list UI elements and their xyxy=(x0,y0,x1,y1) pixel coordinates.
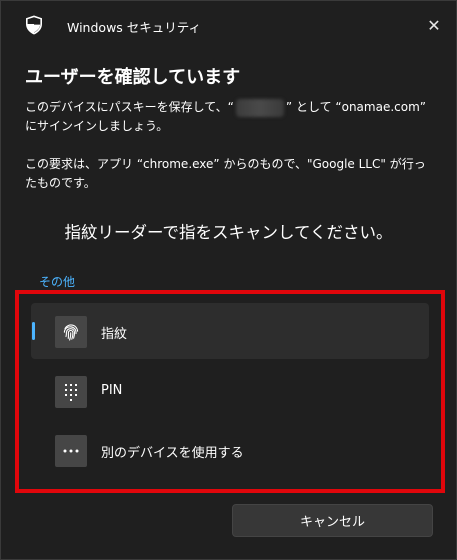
message-prefix: このデバイスにパスキーを保存して、“ xyxy=(25,100,234,114)
more-choices-link[interactable]: その他 xyxy=(39,273,75,290)
app-title: Windows セキュリティ xyxy=(67,20,202,35)
option-pin[interactable]: PIN xyxy=(31,363,429,419)
selection-indicator xyxy=(32,322,35,340)
option-fingerprint[interactable]: 指紋 xyxy=(31,303,429,359)
dialog-heading: ユーザーを確認しています xyxy=(25,67,241,88)
close-icon: ✕ xyxy=(427,15,441,35)
cancel-button[interactable]: キャンセル xyxy=(232,504,433,537)
option-label: 指紋 xyxy=(101,327,128,342)
fingerprint-icon xyxy=(55,316,87,348)
close-button[interactable]: ✕ xyxy=(422,13,446,37)
option-label: PIN xyxy=(101,383,123,398)
fingerprint-instruction: 指紋リーダーで指をスキャンしてください。 xyxy=(64,223,393,242)
windows-security-dialog: Windows セキュリティ ✕ ユーザーを確認しています このデバイスにパスキ… xyxy=(0,0,457,560)
option-other-device[interactable]: 別のデバイスを使用する xyxy=(31,422,429,478)
shield-icon xyxy=(25,15,43,35)
more-dots-icon xyxy=(55,435,87,467)
option-label: 別のデバイスを使用する xyxy=(101,446,244,461)
redacted-username xyxy=(235,98,284,117)
title-bar: Windows セキュリティ ✕ xyxy=(1,1,456,49)
request-source-message: この要求は、アプリ “chrome.exe” からのもので、"Google LL… xyxy=(25,157,426,190)
keypad-icon xyxy=(55,376,87,408)
passkey-save-message: このデバイスにパスキーを保存して、“” として “onamae.com” にサイ… xyxy=(25,98,435,136)
